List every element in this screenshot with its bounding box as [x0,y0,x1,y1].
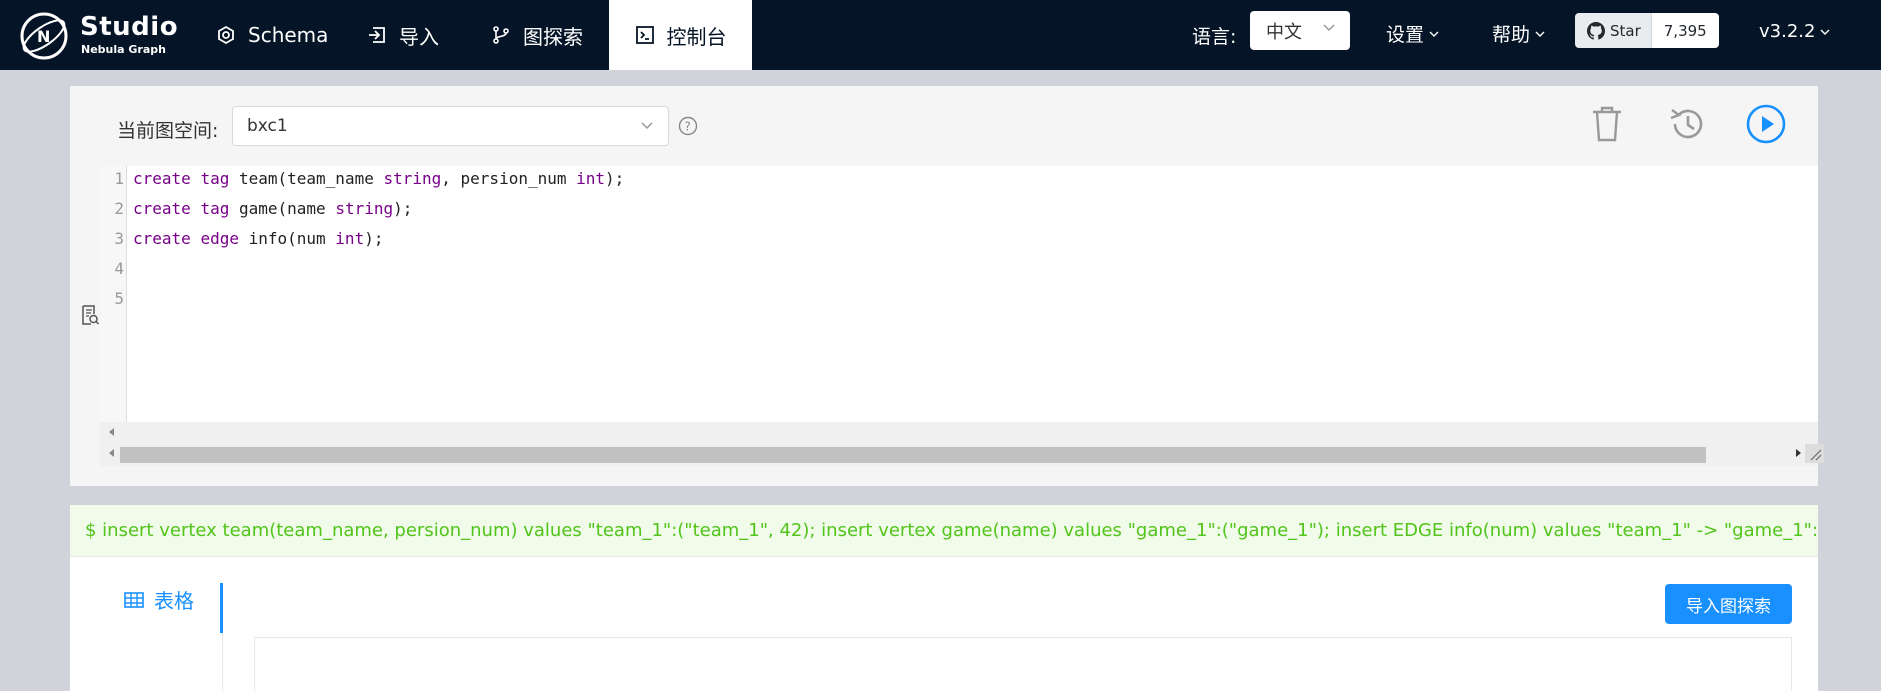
github-star-count[interactable]: 7,395 [1651,13,1719,48]
active-tab-indicator [220,583,223,633]
import-to-explore-button[interactable]: 导入图探索 [1665,584,1792,624]
scroll-left-arrow-icon[interactable] [108,427,116,437]
code-keyword: create [133,199,191,218]
language-label: 语言: [1192,26,1237,48]
github-icon [1587,21,1605,40]
code-text: , persion_num [441,169,577,188]
code-line[interactable]: create tag team(team_name string, persio… [133,169,624,188]
resize-handle[interactable] [1805,444,1824,463]
nav-import-label: 导入 [399,24,439,49]
tab-divider [222,633,223,691]
top-navbar: N Studio Nebula Graph Schema 导入 图探索 控制台 … [0,0,1881,70]
console-icon [635,26,654,44]
code-text: info(num [238,229,336,248]
code-editor[interactable]: 1 2 3 4 5 create tag team(team_name stri… [100,166,1824,466]
nav-import[interactable]: 导入 [367,0,439,70]
logo-subtitle: Nebula Graph [81,43,166,56]
nebula-logo-icon: N [20,12,68,60]
github-star[interactable]: Star [1575,13,1652,48]
code-keyword: int [576,169,606,188]
space-select[interactable]: bxc1 [232,106,669,146]
tab-table[interactable]: 表格 [124,585,194,614]
nav-console[interactable]: 控制台 [609,0,752,70]
space-value: bxc1 [247,116,288,136]
nav-explore[interactable]: 图探索 [491,0,583,70]
code-keyword: create [133,229,191,248]
code-keyword: edge [200,229,239,248]
code-keyword: create [133,169,191,188]
github-star-button[interactable]: Star 7,395 [1575,13,1719,48]
explore-icon [493,26,509,44]
svg-text:N: N [37,27,50,46]
nav-explore-label: 图探索 [523,24,583,49]
line-number: 3 [114,229,124,248]
line-number: 5 [114,289,124,308]
table-icon [124,591,144,608]
language-value: 中文 [1266,21,1302,43]
import-icon [369,27,385,43]
code-keyword: tag [200,169,230,188]
space-label: 当前图空间: [117,120,219,142]
line-number: 4 [114,259,124,278]
line-gutter: 1 2 3 4 5 [100,166,127,422]
horizontal-scrollbar[interactable] [100,422,1824,466]
settings-label: 设置 [1386,24,1425,46]
nav-schema-label: Schema [248,23,329,47]
result-area: 表格 导入图探索 [70,557,1818,691]
line-number: 1 [114,169,124,188]
chevron-down-icon [1323,24,1335,32]
code-line[interactable]: create tag game(name string); [133,199,412,218]
code-text: ); [393,199,413,218]
code-keyword: string [335,199,394,218]
run-icon[interactable] [1746,104,1786,144]
code-text: ); [605,169,625,188]
chevron-down-icon [1429,31,1439,37]
github-star-label: Star [1610,21,1641,40]
logo-title: Studio [80,12,179,42]
code-text: game(name [229,199,336,218]
chevron-down-icon [1820,29,1830,35]
nav-console-label: 控制台 [666,24,727,49]
scroll-left-arrow-icon[interactable] [108,448,116,458]
line-number: 2 [114,199,124,218]
code-keyword: tag [200,199,230,218]
search-history-icon[interactable] [80,304,100,326]
scroll-right-arrow-icon[interactable] [1794,448,1802,458]
nav-schema[interactable]: Schema [216,0,328,70]
console-panel: 当前图空间: bxc1 ? 1 2 3 4 5 create tag team(… [70,86,1824,486]
question-icon[interactable]: ? [678,116,698,136]
trash-icon[interactable] [1589,104,1625,144]
scrollbar-thumb[interactable] [120,447,1706,463]
schema-icon [218,25,234,45]
help-menu[interactable]: 帮助 [1492,20,1546,47]
code-text: ); [364,229,384,248]
settings-menu[interactable]: 设置 [1386,20,1440,47]
code-keyword: int [335,229,365,248]
resize-icon [1810,449,1822,461]
help-label: 帮助 [1492,24,1531,46]
studio-logo[interactable]: N Studio Nebula Graph [18,8,178,60]
chevron-down-icon [1535,31,1545,37]
executed-command: $ insert vertex team(team_name, persion_… [70,505,1818,557]
language-select[interactable]: 中文 [1250,11,1350,50]
history-icon[interactable] [1667,104,1707,144]
chevron-down-icon [641,122,653,130]
code-keyword: string [383,169,442,188]
result-table [254,637,1792,691]
version-label: v3.2.2 [1759,21,1816,42]
version-menu[interactable]: v3.2.2 [1759,21,1831,42]
tab-table-label: 表格 [154,589,194,613]
code-text: team(team_name [229,169,384,188]
svg-text:?: ? [685,120,691,134]
code-line[interactable]: create edge info(num int); [133,229,383,248]
